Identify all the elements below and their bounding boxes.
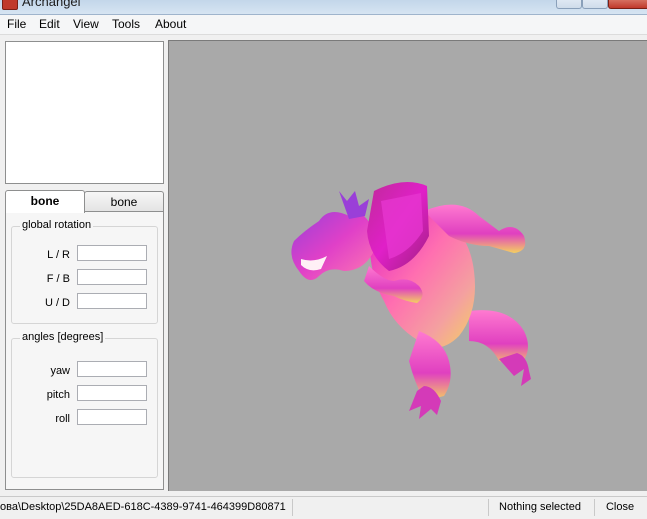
close-window-button[interactable]	[608, 0, 647, 9]
lr-label: L / R	[47, 249, 70, 261]
menu-file[interactable]: File	[5, 17, 28, 31]
window-title: Archangel	[22, 0, 81, 9]
bone-tab-panel: global rotation L / R F / B U / D angles…	[5, 211, 164, 490]
global-rotation-group: global rotation L / R F / B U / D	[11, 219, 158, 324]
model-head	[291, 212, 376, 280]
yaw-label: yaw	[50, 365, 70, 377]
title-bar: Archangel	[0, 0, 647, 15]
status-file-path: ова\Desktop\25DA8AED-618C-4389-9741-4643…	[0, 501, 286, 513]
status-divider	[292, 499, 293, 516]
yaw-input[interactable]	[77, 361, 147, 377]
pitch-label: pitch	[46, 389, 70, 401]
angles-group: angles [degrees] yaw pitch roll	[11, 331, 158, 478]
tab-bone-2[interactable]: bone	[84, 191, 164, 212]
pitch-input[interactable]	[77, 385, 147, 401]
preview-list-box[interactable]	[5, 41, 164, 184]
menu-about[interactable]: About	[153, 17, 188, 31]
menu-view[interactable]: View	[71, 17, 101, 31]
status-selection: Nothing selected	[499, 501, 581, 513]
fb-input[interactable]	[77, 269, 147, 285]
minimize-button[interactable]	[556, 0, 582, 9]
menu-edit[interactable]: Edit	[37, 17, 62, 31]
status-divider	[594, 499, 595, 516]
roll-input[interactable]	[77, 409, 147, 425]
lr-input[interactable]	[77, 245, 147, 261]
ud-input[interactable]	[77, 293, 147, 309]
status-bar: ова\Desktop\25DA8AED-618C-4389-9741-4643…	[0, 496, 647, 519]
tab-bone-1[interactable]: bone	[5, 190, 85, 213]
fb-label: F / B	[46, 273, 70, 285]
creature-model	[291, 182, 531, 419]
app-icon	[2, 0, 18, 10]
maximize-button[interactable]	[582, 0, 608, 9]
3d-viewport[interactable]	[168, 40, 647, 491]
menu-tools[interactable]: Tools	[110, 17, 142, 31]
close-status-button[interactable]: Close	[600, 501, 640, 513]
roll-label: roll	[55, 413, 70, 425]
status-divider	[488, 499, 489, 516]
menu-bar: File Edit View Tools About	[0, 15, 647, 35]
ud-label: U / D	[44, 297, 70, 309]
global-rotation-title: global rotation	[20, 219, 94, 231]
angles-title: angles [degrees]	[20, 331, 106, 343]
